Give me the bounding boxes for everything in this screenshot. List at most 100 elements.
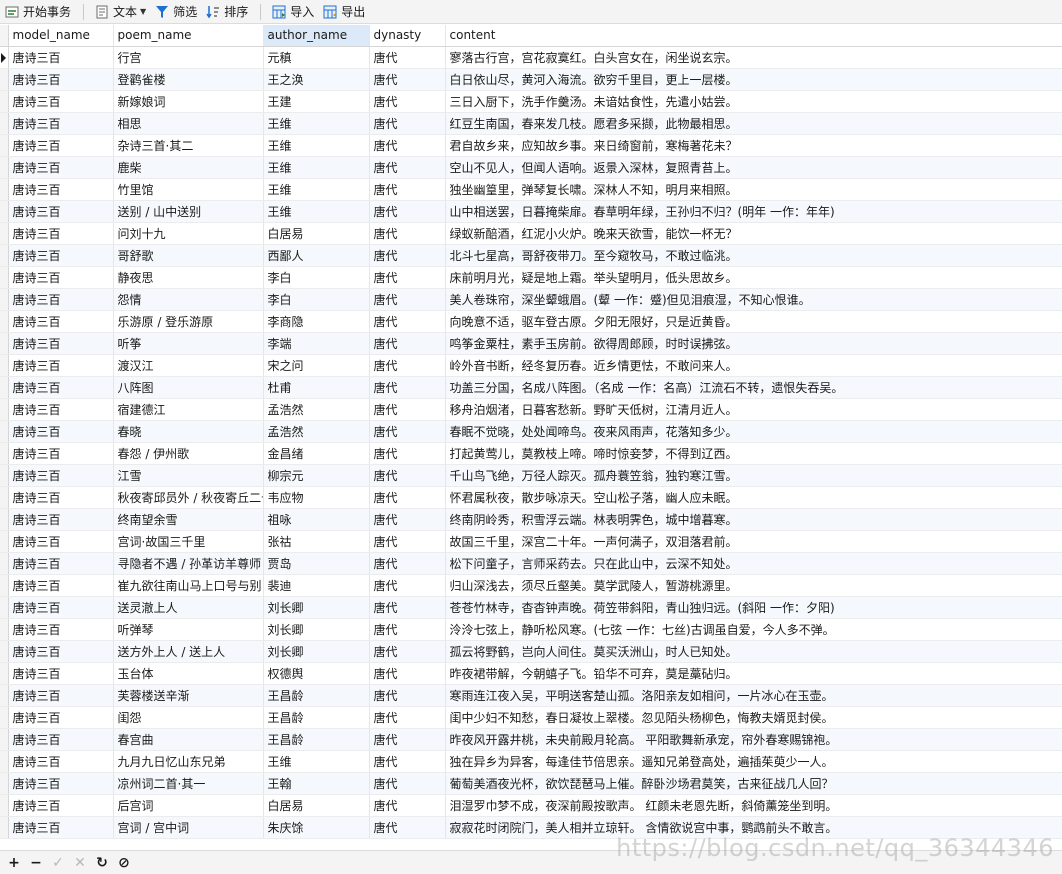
cell-content[interactable]: 葡萄美酒夜光杯，欲饮琵琶马上催。醉卧沙场君莫笑，古来征战几人回？ bbox=[445, 772, 1062, 795]
cell-dynasty[interactable]: 唐代 bbox=[369, 310, 446, 333]
cell-poem-name[interactable]: 宫词·故国三千里 bbox=[113, 530, 264, 553]
cell-author-name[interactable]: 王维 bbox=[263, 134, 370, 157]
cell-author-name[interactable]: 王维 bbox=[263, 156, 370, 179]
cell-content[interactable]: 山中相送罢，日暮掩柴扉。春草明年绿，王孙归不归？(明年 一作：年年) bbox=[445, 200, 1062, 223]
cell-content[interactable]: 绿蚁新醅酒，红泥小火炉。晚来天欲雪，能饮一杯无？ bbox=[445, 222, 1062, 245]
add-record-button[interactable]: + bbox=[4, 853, 24, 873]
cell-dynasty[interactable]: 唐代 bbox=[369, 376, 446, 399]
cell-content[interactable]: 床前明月光，疑是地上霜。举头望明月，低头思故乡。 bbox=[445, 266, 1062, 289]
cell-poem-name[interactable]: 相思 bbox=[113, 112, 264, 135]
cell-model-name[interactable]: 唐诗三百 bbox=[8, 420, 114, 443]
cell-content[interactable]: 功盖三分国，名成八阵图。（名成 一作：名高）江流石不转，遗恨失吞吴。 bbox=[445, 376, 1062, 399]
cell-author-name[interactable]: 韦应物 bbox=[263, 486, 370, 509]
column-header-author-name[interactable]: author_name bbox=[263, 25, 370, 47]
table-row[interactable]: 唐诗三百 闺怨 王昌龄 唐代 闺中少妇不知愁，春日凝妆上翠楼。忽见陌头杨柳色，悔教夫婿觅… bbox=[0, 706, 1062, 729]
table-row[interactable]: 唐诗三百 问刘十九 白居易 唐代 绿蚁新醅酒，红泥小火炉。晚来天欲雪，能饮一杯无？ bbox=[0, 222, 1062, 245]
cell-content[interactable]: 孤云将野鹤，岂向人间住。莫买沃洲山，时人已知处。 bbox=[445, 640, 1062, 663]
cell-author-name[interactable]: 李白 bbox=[263, 266, 370, 289]
table-row[interactable]: 唐诗三百 凉州词二首·其一 王翰 唐代 葡萄美酒夜光杯，欲饮琵琶马上催。醉卧沙场君莫笑，… bbox=[0, 772, 1062, 795]
cell-poem-name[interactable]: 春怨 / 伊州歌 bbox=[113, 442, 264, 465]
row-indicator[interactable] bbox=[0, 46, 9, 69]
table-row[interactable]: 唐诗三百 江雪 柳宗元 唐代 千山鸟飞绝，万径人踪灭。孤舟蓑笠翁，独钓寒江雪。 bbox=[0, 464, 1062, 487]
cell-model-name[interactable]: 唐诗三百 bbox=[8, 376, 114, 399]
cell-content[interactable]: 红豆生南国，春来发几枝。愿君多采撷，此物最相思。 bbox=[445, 112, 1062, 135]
cell-poem-name[interactable]: 江雪 bbox=[113, 464, 264, 487]
filter-button[interactable]: 筛选 bbox=[150, 1, 201, 23]
cell-model-name[interactable]: 唐诗三百 bbox=[8, 200, 114, 223]
cell-model-name[interactable]: 唐诗三百 bbox=[8, 222, 114, 245]
table-row[interactable]: 唐诗三百 静夜思 李白 唐代 床前明月光，疑是地上霜。举头望明月，低头思故乡。 bbox=[0, 266, 1062, 289]
cell-model-name[interactable]: 唐诗三百 bbox=[8, 46, 114, 69]
table-row[interactable]: 唐诗三百 渡汉江 宋之问 唐代 岭外音书断，经冬复历春。近乡情更怯，不敢问来人。 bbox=[0, 354, 1062, 377]
cell-model-name[interactable]: 唐诗三百 bbox=[8, 112, 114, 135]
cell-dynasty[interactable]: 唐代 bbox=[369, 288, 446, 311]
row-indicator[interactable] bbox=[0, 684, 9, 707]
cell-dynasty[interactable]: 唐代 bbox=[369, 420, 446, 443]
cell-poem-name[interactable]: 怨情 bbox=[113, 288, 264, 311]
row-indicator[interactable] bbox=[0, 398, 9, 421]
cell-model-name[interactable]: 唐诗三百 bbox=[8, 354, 114, 377]
cell-model-name[interactable]: 唐诗三百 bbox=[8, 574, 114, 597]
cell-poem-name[interactable]: 送方外上人 / 送上人 bbox=[113, 640, 264, 663]
cell-poem-name[interactable]: 秋夜寄邱员外 / 秋夜寄丘二十二员外 bbox=[113, 486, 264, 509]
cell-poem-name[interactable]: 杂诗三首·其二 bbox=[113, 134, 264, 157]
cell-model-name[interactable]: 唐诗三百 bbox=[8, 662, 114, 685]
cell-author-name[interactable]: 张祜 bbox=[263, 530, 370, 553]
row-indicator[interactable] bbox=[0, 332, 9, 355]
table-row[interactable]: 唐诗三百 鹿柴 王维 唐代 空山不见人，但闻人语响。返景入深林，复照青苔上。 bbox=[0, 156, 1062, 179]
row-indicator[interactable] bbox=[0, 310, 9, 333]
cell-author-name[interactable]: 李商隐 bbox=[263, 310, 370, 333]
cell-author-name[interactable]: 李端 bbox=[263, 332, 370, 355]
cell-poem-name[interactable]: 宿建德江 bbox=[113, 398, 264, 421]
table-row[interactable]: 唐诗三百 送灵澈上人 刘长卿 唐代 苍苍竹林寺，杳杳钟声晚。荷笠带斜阳，青山独归远。(斜… bbox=[0, 596, 1062, 619]
cell-author-name[interactable]: 王翰 bbox=[263, 772, 370, 795]
cell-author-name[interactable]: 王维 bbox=[263, 178, 370, 201]
table-row[interactable]: 唐诗三百 登鹳雀楼 王之涣 唐代 白日依山尽，黄河入海流。欲穷千里目，更上一层楼。 bbox=[0, 68, 1062, 91]
cell-author-name[interactable]: 王维 bbox=[263, 750, 370, 773]
cell-dynasty[interactable]: 唐代 bbox=[369, 90, 446, 113]
cell-dynasty[interactable]: 唐代 bbox=[369, 486, 446, 509]
table-row[interactable]: 唐诗三百 送方外上人 / 送上人 刘长卿 唐代 孤云将野鹤，岂向人间住。莫买沃洲山，时人… bbox=[0, 640, 1062, 663]
table-row[interactable]: 唐诗三百 宫词 / 宫中词 朱庆馀 唐代 寂寂花时闭院门，美人相并立琼轩。 含情欲说宫中… bbox=[0, 816, 1062, 839]
cell-author-name[interactable]: 贾岛 bbox=[263, 552, 370, 575]
cell-poem-name[interactable]: 鹿柴 bbox=[113, 156, 264, 179]
row-indicator[interactable] bbox=[0, 376, 9, 399]
cell-dynasty[interactable]: 唐代 bbox=[369, 640, 446, 663]
cell-model-name[interactable]: 唐诗三百 bbox=[8, 288, 114, 311]
table-row[interactable]: 唐诗三百 送别 / 山中送别 王维 唐代 山中相送罢，日暮掩柴扉。春草明年绿，王孙归不归… bbox=[0, 200, 1062, 223]
table-row[interactable]: 唐诗三百 八阵图 杜甫 唐代 功盖三分国，名成八阵图。（名成 一作：名高）江流石不转，遗… bbox=[0, 376, 1062, 399]
cell-author-name[interactable]: 刘长卿 bbox=[263, 596, 370, 619]
cell-dynasty[interactable]: 唐代 bbox=[369, 200, 446, 223]
text-button[interactable]: 文本 ▼ bbox=[90, 1, 150, 23]
cell-author-name[interactable]: 孟浩然 bbox=[263, 420, 370, 443]
cell-poem-name[interactable]: 问刘十九 bbox=[113, 222, 264, 245]
cell-content[interactable]: 寂寂花时闭院门，美人相并立琼轩。 含情欲说宫中事，鹦鹉前头不敢言。 bbox=[445, 816, 1062, 839]
cell-author-name[interactable]: 王之涣 bbox=[263, 68, 370, 91]
cell-author-name[interactable]: 孟浩然 bbox=[263, 398, 370, 421]
cell-poem-name[interactable]: 登鹳雀楼 bbox=[113, 68, 264, 91]
cell-model-name[interactable]: 唐诗三百 bbox=[8, 244, 114, 267]
row-indicator[interactable] bbox=[0, 90, 9, 113]
cell-content[interactable]: 三日入厨下，洗手作羹汤。未谙姑食性，先遣小姑尝。 bbox=[445, 90, 1062, 113]
cell-model-name[interactable]: 唐诗三百 bbox=[8, 816, 114, 839]
row-indicator[interactable] bbox=[0, 244, 9, 267]
cell-dynasty[interactable]: 唐代 bbox=[369, 816, 446, 839]
cell-author-name[interactable]: 朱庆馀 bbox=[263, 816, 370, 839]
row-indicator[interactable] bbox=[0, 530, 9, 553]
cell-content[interactable]: 独坐幽篁里，弹琴复长啸。深林人不知，明月来相照。 bbox=[445, 178, 1062, 201]
row-indicator[interactable] bbox=[0, 750, 9, 773]
row-indicator[interactable] bbox=[0, 420, 9, 443]
cell-author-name[interactable]: 裴迪 bbox=[263, 574, 370, 597]
cell-poem-name[interactable]: 送灵澈上人 bbox=[113, 596, 264, 619]
cell-model-name[interactable]: 唐诗三百 bbox=[8, 530, 114, 553]
cell-author-name[interactable]: 宋之问 bbox=[263, 354, 370, 377]
cell-dynasty[interactable]: 唐代 bbox=[369, 794, 446, 817]
cell-author-name[interactable]: 刘长卿 bbox=[263, 640, 370, 663]
cell-dynasty[interactable]: 唐代 bbox=[369, 68, 446, 91]
cell-poem-name[interactable]: 九月九日忆山东兄弟 bbox=[113, 750, 264, 773]
cell-content[interactable]: 怀君属秋夜，散步咏凉天。空山松子落，幽人应未眠。 bbox=[445, 486, 1062, 509]
cell-content[interactable]: 岭外音书断，经冬复历春。近乡情更怯，不敢问来人。 bbox=[445, 354, 1062, 377]
table-row[interactable]: 唐诗三百 竹里馆 王维 唐代 独坐幽篁里，弹琴复长啸。深林人不知，明月来相照。 bbox=[0, 178, 1062, 201]
data-grid[interactable]: model_name poem_name author_name dynasty… bbox=[0, 25, 1062, 839]
row-indicator[interactable] bbox=[0, 816, 9, 839]
